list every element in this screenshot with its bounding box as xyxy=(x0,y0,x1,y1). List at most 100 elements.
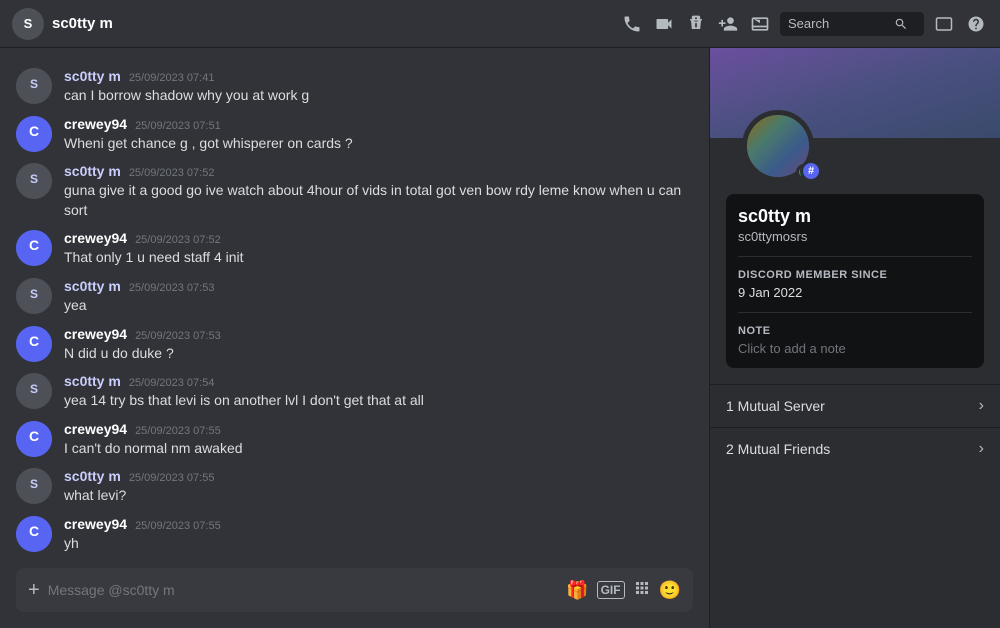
avatar: C xyxy=(16,116,52,152)
phone-icon[interactable] xyxy=(620,12,644,36)
profile-display-name: sc0tty m xyxy=(738,206,972,227)
message-group: Ssc0tty m 25/09/2023 07:52 guna give it a … xyxy=(16,159,693,224)
mutual-server-item[interactable]: 1 Mutual Server › xyxy=(710,384,1000,427)
profile-avatar-row: # xyxy=(726,138,984,182)
gift-icon[interactable]: 🎁 xyxy=(566,580,588,601)
profile-name-card: sc0tty m sc0ttymosrs DISCORD MEMBER SINC… xyxy=(726,194,984,368)
message-text: N did u do duke ? xyxy=(64,344,693,364)
profile-divider-1 xyxy=(738,256,972,257)
message-content: crewey9425/09/2023 07:55I can't do norma… xyxy=(64,421,693,459)
message-username: crewey94 xyxy=(64,230,127,246)
avatar: C xyxy=(16,516,52,552)
message-group: Ccrewey9425/09/2023 07:55I can't do norm… xyxy=(16,417,693,463)
message-username: crewey94 xyxy=(64,516,127,532)
message-group: Ssc0tty m25/09/2023 07:54 yea 14 try bs t… xyxy=(16,369,693,415)
message-username: sc0tty m xyxy=(64,68,121,84)
mutual-server-label: 1 Mutual Server xyxy=(726,398,825,414)
note-input[interactable]: Click to add a note xyxy=(738,341,972,356)
member-since-label: DISCORD MEMBER SINCE xyxy=(738,269,972,281)
svg-text:S: S xyxy=(30,287,38,301)
add-friend-icon[interactable] xyxy=(716,12,740,36)
message-header: crewey94 25/09/2023 07:53 xyxy=(64,326,693,342)
gif-icon[interactable]: GIF xyxy=(597,581,625,599)
message-text: Wheni get chance g , got whisperer on ca… xyxy=(64,134,693,154)
message-timestamp: 25/09/2023 07:52 xyxy=(129,167,215,179)
chevron-right-icon: › xyxy=(979,397,984,415)
emoji-icon[interactable]: 🙂 xyxy=(659,580,681,601)
message-header: sc0tty m 25/09/2023 07:41 xyxy=(64,68,693,84)
avatar: C xyxy=(16,421,52,457)
profile-info-area: # sc0tty m sc0ttymosrs DISCORD MEMBER SI… xyxy=(710,138,1000,384)
dm-avatar: S xyxy=(12,8,44,40)
pin-icon[interactable] xyxy=(684,12,708,36)
avatar: S xyxy=(16,163,52,199)
message-content: sc0tty m25/09/2023 07:53 yea xyxy=(64,278,693,316)
message-username: sc0tty m xyxy=(64,468,121,484)
message-header: crewey94 25/09/2023 07:55 xyxy=(64,516,693,532)
message-content: crewey94 25/09/2023 07:53 N did u do duke … xyxy=(64,326,693,364)
chat-area: Ssc0tty m25/09/2023 07:41can I borrow sh… xyxy=(0,48,709,628)
search-input[interactable] xyxy=(788,16,888,31)
svg-text:S: S xyxy=(30,382,38,396)
svg-text:C: C xyxy=(29,237,39,253)
window-icon[interactable] xyxy=(932,12,956,36)
message-header: sc0tty m 25/09/2023 07:52 xyxy=(64,163,693,179)
message-text: guna give it a good go ive watch about 4… xyxy=(64,181,693,220)
profile-panel: # sc0tty m sc0ttymosrs DISCORD MEMBER SI… xyxy=(710,48,1000,628)
message-group: Ccrewey9425/09/2023 07:52 That only 1 u n… xyxy=(16,226,693,272)
message-content: crewey9425/09/2023 07:52 That only 1 u ne… xyxy=(64,230,693,268)
video-icon[interactable] xyxy=(652,12,676,36)
chat-input-wrapper: + 🎁 GIF 🙂 xyxy=(16,568,693,612)
svg-text:C: C xyxy=(29,332,39,348)
dm-inbox-icon[interactable] xyxy=(748,12,772,36)
help-icon[interactable] xyxy=(964,12,988,36)
add-attachment-icon[interactable]: + xyxy=(28,579,40,602)
chat-input-area: + 🎁 GIF 🙂 xyxy=(0,556,709,628)
message-content: sc0tty m25/09/2023 07:54 yea 14 try bs th… xyxy=(64,373,693,411)
message-header: sc0tty m25/09/2023 07:54 xyxy=(64,373,693,389)
message-content: crewey94 25/09/2023 07:55 yh xyxy=(64,516,693,554)
message-timestamp: 25/09/2023 07:55 xyxy=(129,472,215,484)
avatar: C xyxy=(16,326,52,362)
svg-text:C: C xyxy=(29,523,39,539)
message-username: sc0tty m xyxy=(64,373,121,389)
mutual-friends-label: 2 Mutual Friends xyxy=(726,441,830,457)
apps-icon[interactable] xyxy=(633,579,651,602)
profile-avatar-container: # xyxy=(742,110,814,182)
note-label: NOTE xyxy=(738,325,972,337)
message-header: sc0tty m 25/09/2023 07:55 xyxy=(64,468,693,484)
message-text: what levi? xyxy=(64,486,693,506)
message-timestamp: 25/09/2023 07:51 xyxy=(135,120,221,132)
message-text: yea 14 try bs that levi is on another lv… xyxy=(64,391,693,411)
message-username: crewey94 xyxy=(64,326,127,342)
avatar: C xyxy=(16,230,52,266)
message-header: crewey9425/09/2023 07:52 xyxy=(64,230,693,246)
input-actions: 🎁 GIF 🙂 xyxy=(566,579,681,602)
message-header: crewey9425/09/2023 07:51 xyxy=(64,116,693,132)
message-content: sc0tty m25/09/2023 07:41can I borrow sha… xyxy=(64,68,693,106)
page-title: sc0tty m xyxy=(52,15,113,32)
message-group: Ssc0tty m25/09/2023 07:41can I borrow sh… xyxy=(16,64,693,110)
server-badge: # xyxy=(800,160,822,182)
message-timestamp: 25/09/2023 07:41 xyxy=(129,72,215,84)
message-header: sc0tty m25/09/2023 07:53 xyxy=(64,278,693,294)
mutual-friends-item[interactable]: 2 Mutual Friends › xyxy=(710,427,1000,470)
message-input[interactable] xyxy=(48,582,558,598)
message-group: Ssc0tty m25/09/2023 07:53 yea xyxy=(16,274,693,320)
messages-list: Ssc0tty m25/09/2023 07:41can I borrow sh… xyxy=(0,48,709,556)
message-text: yea xyxy=(64,296,693,316)
svg-text:C: C xyxy=(29,428,39,444)
message-timestamp: 25/09/2023 07:53 xyxy=(135,330,221,342)
message-group: Ccrewey94 25/09/2023 07:55 yh xyxy=(16,512,693,556)
message-timestamp: 25/09/2023 07:55 xyxy=(135,520,221,532)
profile-divider-2 xyxy=(738,312,972,313)
avatar: S xyxy=(16,68,52,104)
message-group: Ccrewey94 25/09/2023 07:53 N did u do duke… xyxy=(16,322,693,368)
message-timestamp: 25/09/2023 07:55 xyxy=(135,425,221,437)
avatar: S xyxy=(16,468,52,504)
search-bar[interactable] xyxy=(780,12,924,36)
avatar: S xyxy=(16,278,52,314)
message-text: yh xyxy=(64,534,693,554)
message-username: sc0tty m xyxy=(64,163,121,179)
message-text: That only 1 u need staff 4 init xyxy=(64,248,693,268)
